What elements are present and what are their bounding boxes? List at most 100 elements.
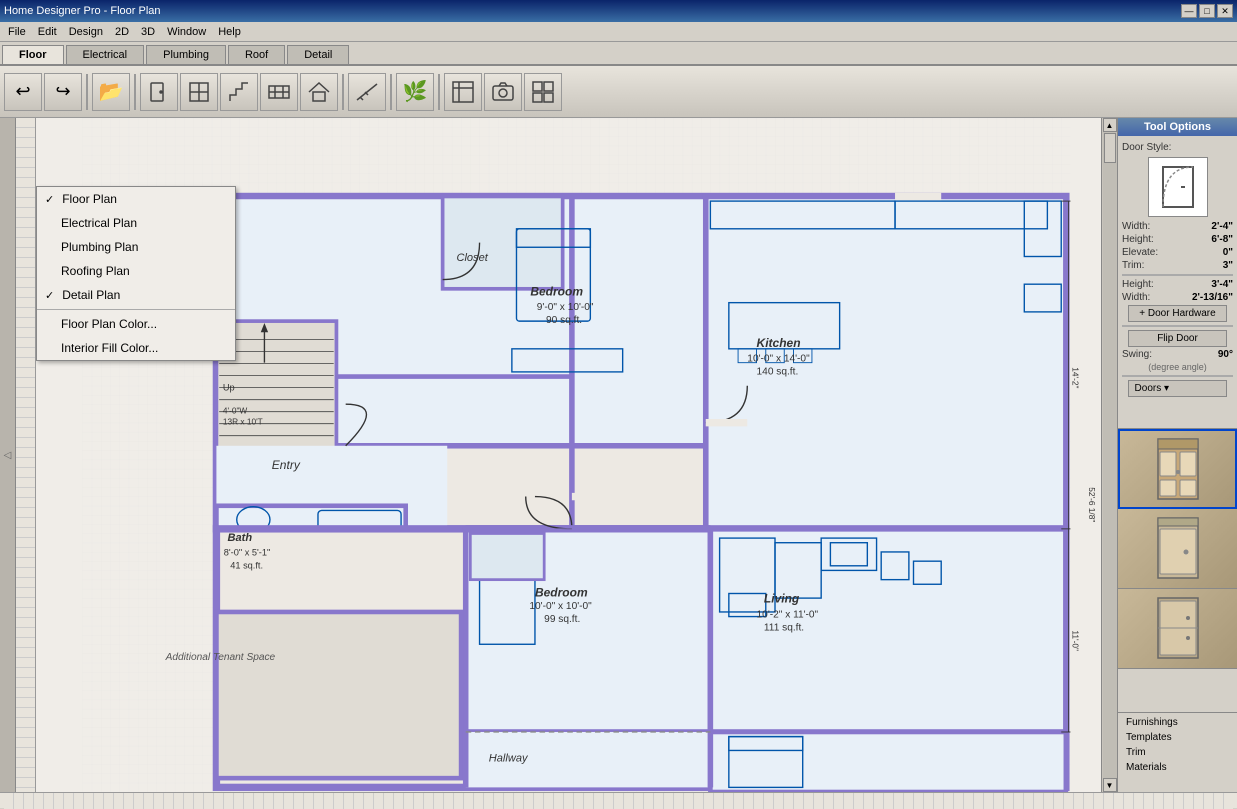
scrollbar-vertical[interactable]: ▲ ▼ [1101,118,1117,792]
height2-label: Height: [1122,279,1154,290]
svg-text:Hallway: Hallway [489,753,529,765]
width2-row: Width: 2'-13/16" [1122,292,1233,303]
svg-text:52'-6 1/8": 52'-6 1/8" [1087,487,1097,522]
door-thumb-3[interactable] [1118,589,1237,669]
menu-file[interactable]: File [2,24,32,40]
door-style-row: Door Style: [1122,142,1233,153]
svg-text:140 sq.ft.: 140 sq.ft. [757,367,799,378]
tab-plumbing[interactable]: Plumbing [146,45,226,64]
svg-text:8'-0" x 5'-1": 8'-0" x 5'-1" [224,548,270,558]
swing-value: 90° [1218,349,1233,360]
menu-roofing-plan[interactable]: Roofing Plan [37,259,235,283]
svg-text:9'-0" x 10'-0": 9'-0" x 10'-0" [537,302,594,313]
scroll-up-btn[interactable]: ▲ [1103,118,1117,132]
undo-button[interactable]: ↩ [4,73,42,111]
door-thumb-1[interactable] [1118,429,1237,509]
maximize-btn[interactable]: □ [1199,4,1215,18]
menu-window[interactable]: Window [161,24,212,40]
svg-text:41 sq.ft.: 41 sq.ft. [230,561,263,571]
toolbar-sep-2 [134,74,136,110]
width-row: Width: 2'-4" [1122,221,1233,232]
menu-floor-plan[interactable]: Floor Plan [37,187,235,211]
menu-design[interactable]: Design [63,24,109,40]
materials-label[interactable]: Materials [1122,760,1233,775]
scroll-down-btn[interactable]: ▼ [1103,778,1117,792]
menu-help[interactable]: Help [212,24,247,40]
svg-text:99 sq.ft.: 99 sq.ft. [544,614,580,625]
menu-electrical-plan[interactable]: Electrical Plan [37,211,235,235]
svg-text:Up: Up [223,382,235,392]
scroll-track[interactable] [1103,132,1117,778]
svg-text:10'-2" x 11'-0": 10'-2" x 11'-0" [757,609,819,620]
menu-edit[interactable]: Edit [32,24,63,40]
height-row: Height: 6'-8" [1122,234,1233,245]
svg-text:Living: Living [764,592,800,606]
menu-3d[interactable]: 3D [135,24,161,40]
svg-text:10'-0" x 10'-0": 10'-0" x 10'-0" [529,601,592,612]
bottom-labels: Furnishings Templates Trim Materials [1118,712,1237,792]
elevate-value: 0" [1223,247,1233,258]
svg-text:Closet: Closet [456,252,488,264]
door-thumb-2[interactable] [1118,509,1237,589]
roof-button[interactable] [300,73,338,111]
menu-floor-plan-color[interactable]: Floor Plan Color... [37,312,235,336]
left-panel-handle[interactable]: ◁ [0,118,16,792]
tab-electrical[interactable]: Electrical [66,45,145,64]
view-button[interactable] [524,73,562,111]
elevation-button[interactable] [444,73,482,111]
menu-bar: File Edit Design 2D 3D Window Help [0,22,1237,42]
width-label: Width: [1122,221,1150,232]
menu-2d[interactable]: 2D [109,24,135,40]
degree-label: (degree angle) [1122,362,1233,372]
open-button[interactable]: 📂 [92,73,130,111]
tab-roof[interactable]: Roof [228,45,285,64]
swing-label: Swing: [1122,349,1152,360]
menu-interior-fill-color[interactable]: Interior Fill Color... [37,336,235,360]
tab-detail[interactable]: Detail [287,45,349,64]
svg-text:Bath: Bath [227,532,252,544]
svg-text:Kitchen: Kitchen [757,336,801,350]
tab-floor[interactable]: Floor [2,45,64,64]
svg-text:Bedroom: Bedroom [535,585,588,599]
templates-label[interactable]: Templates [1122,730,1233,745]
flip-door-button[interactable]: Flip Door [1128,330,1228,347]
tab-bar: Floor Electrical Plumbing Roof Detail [0,42,1237,66]
ruler-left [16,118,36,792]
floor-button[interactable] [260,73,298,111]
close-btn[interactable]: ✕ [1217,4,1233,18]
menu-detail-plan[interactable]: Detail Plan [37,283,235,307]
svg-text:Bedroom: Bedroom [530,284,583,298]
doors-dropdown[interactable]: Doors ▾ [1128,380,1228,397]
trim-label[interactable]: Trim [1122,745,1233,760]
svg-text:90 sq.ft.: 90 sq.ft. [546,315,582,326]
elevate-row: Elevate: 0" [1122,247,1233,258]
height2-row: Height: 3'-4" [1122,279,1233,290]
svg-text:Entry: Entry [272,458,301,472]
furnishings-label[interactable]: Furnishings [1122,715,1233,730]
redo-button[interactable]: ↪ [44,73,82,111]
height-value: 6'-8" [1211,234,1233,245]
width2-label: Width: [1122,292,1150,303]
swing-row: Swing: 90° [1122,349,1233,360]
measure-button[interactable] [348,73,386,111]
svg-text:14'-2": 14'-2" [1070,367,1080,388]
window-controls: — □ ✕ [1181,4,1233,18]
door-button[interactable] [140,73,178,111]
door-hardware-button[interactable]: + Door Hardware [1128,305,1228,322]
canvas-area[interactable]: Closet Bedroom 9'-0" x 10'-0" 90 sq.ft. … [36,118,1117,792]
trim-row: Trim: 3" [1122,260,1233,271]
app-title: Home Designer Pro - Floor Plan [4,5,161,17]
door-preview[interactable] [1148,157,1208,217]
minimize-btn[interactable]: — [1181,4,1197,18]
window-button[interactable] [180,73,218,111]
camera-button[interactable] [484,73,522,111]
dropdown-sep-1 [37,309,235,310]
svg-text:11'-0": 11'-0" [1070,630,1080,651]
tool-options-content: Door Style: Width: 2'-4" Height: 6'-8" E… [1118,136,1237,428]
menu-plumbing-plan[interactable]: Plumbing Plan [37,235,235,259]
svg-text:Additional Tenant Space: Additional Tenant Space [165,652,276,663]
scroll-thumb[interactable] [1104,133,1116,163]
toolbar-sep-3 [342,74,344,110]
stairs-button[interactable] [220,73,258,111]
landscape-button[interactable]: 🌿 [396,73,434,111]
